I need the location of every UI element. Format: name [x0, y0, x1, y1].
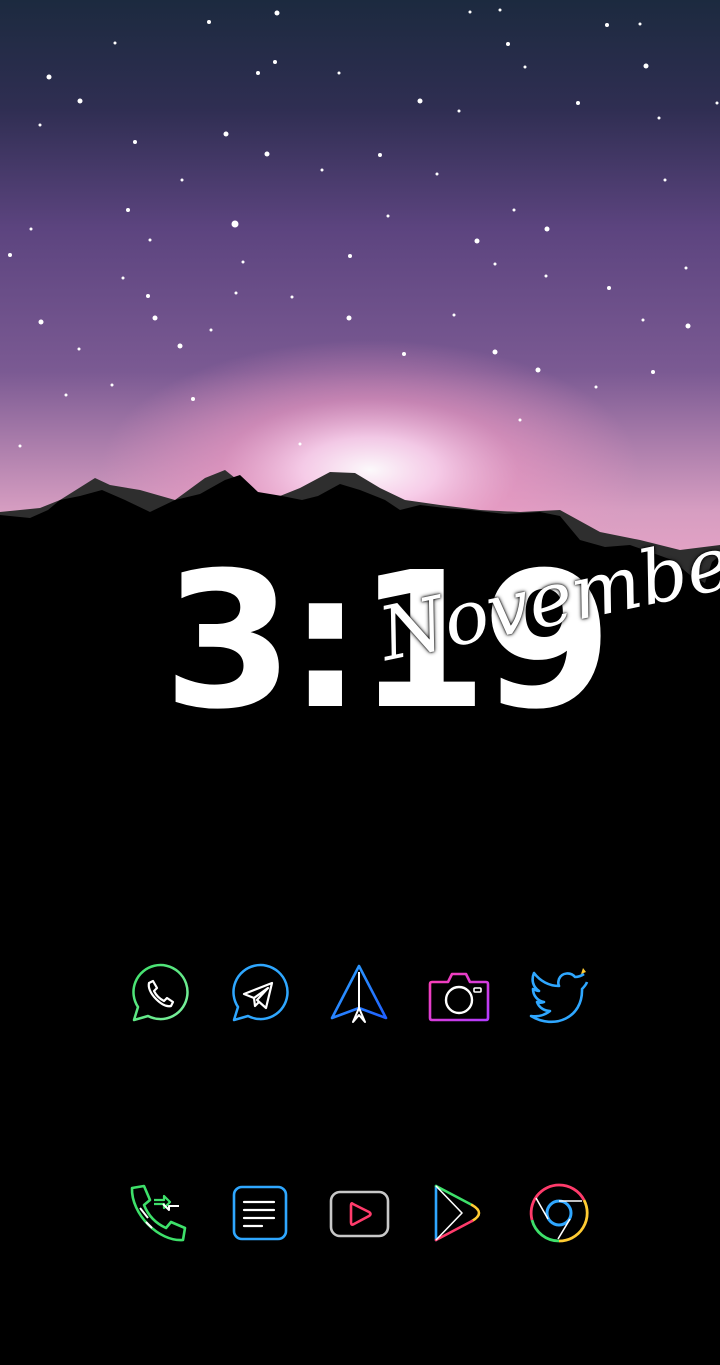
telegram-icon[interactable] — [224, 960, 294, 1030]
notes-icon[interactable] — [224, 1178, 294, 1248]
phone-dialer-icon[interactable] — [124, 1178, 194, 1248]
camera-icon[interactable] — [424, 960, 494, 1030]
whatsapp-icon[interactable] — [124, 960, 194, 1030]
chrome-icon[interactable] — [524, 1178, 594, 1248]
lock-screen: 3:19 November — [0, 0, 720, 1365]
play-store-icon[interactable] — [424, 1178, 494, 1248]
twitter-icon[interactable] — [524, 960, 594, 1030]
youtube-icon[interactable] — [324, 1178, 394, 1248]
paper-plane-icon[interactable] — [324, 960, 394, 1030]
home-row-1 — [0, 960, 720, 1030]
home-row-2 — [0, 1178, 720, 1248]
